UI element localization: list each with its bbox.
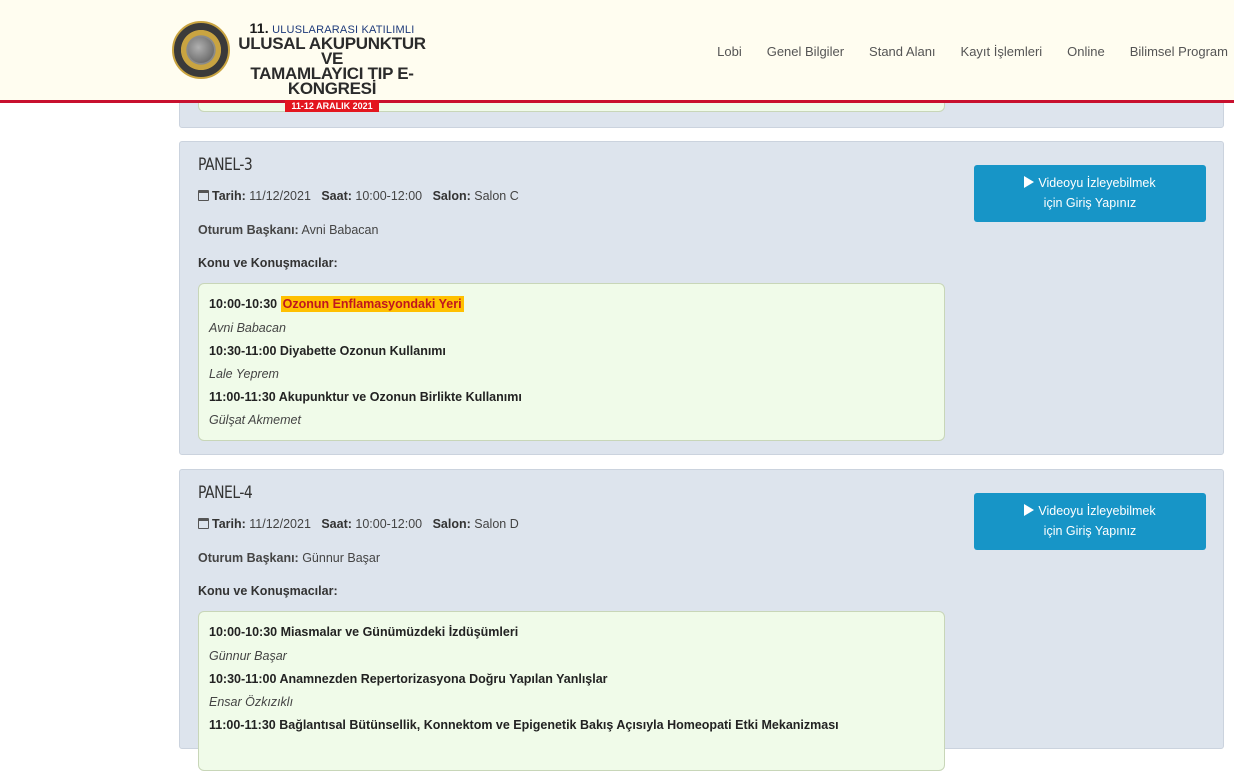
nav-lobi[interactable]: Lobi xyxy=(717,44,742,59)
panel-title: PANEL-4 xyxy=(198,483,253,503)
talk-title: Diyabette Ozonun Kullanımı xyxy=(279,344,446,358)
talk-time: 10:30-11:00 xyxy=(209,672,277,686)
logo-line3: TAMAMLAYICI TIP E-KONGRESİ xyxy=(250,64,414,98)
talk-time: 11:00-11:30 xyxy=(209,718,276,732)
calendar-icon xyxy=(198,190,209,201)
talks-box: 10:00-10:30 Miasmalar ve Günümüzdeki İzd… xyxy=(198,611,945,771)
date-label: Tarih: xyxy=(212,189,246,203)
nav-bilimsel-program[interactable]: Bilimsel Program xyxy=(1130,44,1228,59)
play-icon xyxy=(1024,504,1035,516)
talk-item: 10:30-11:00 Diyabette Ozonun Kullanımı xyxy=(209,344,446,358)
panel-date: 11/12/2021 xyxy=(249,517,311,531)
talk-speaker: Gülşat Akmemet xyxy=(209,413,301,427)
panel-time: 10:00-12:00 xyxy=(355,517,423,531)
chair-name: Avni Babacan xyxy=(301,223,379,237)
hall-label: Salon: xyxy=(432,189,471,203)
video-button-line2: için Giriş Yapınız xyxy=(1043,196,1137,210)
topics-heading: Konu ve Konuşmacılar: xyxy=(198,584,338,598)
date-label: Tarih: xyxy=(212,517,246,531)
watch-video-button[interactable]: Videoyu İzleyebilmek için Giriş Yapınız xyxy=(974,165,1206,222)
talks-box: 10:00-10:30 Ozonun Enflamasyondaki Yeri … xyxy=(198,283,945,441)
schedule-content: PANEL-3 Tarih: 11/12/2021 Saat: 10:00-12… xyxy=(0,0,1234,771)
logo-line2: ULUSAL AKUPUNKTUR VE xyxy=(238,34,426,68)
talk-speaker: Günnur Başar xyxy=(209,649,287,663)
panel-date: 11/12/2021 xyxy=(249,189,311,203)
panel-meta: Tarih: 11/12/2021 Saat: 10:00-12:00 Salo… xyxy=(198,189,519,203)
hall-label: Salon: xyxy=(432,517,471,531)
talk-title: Bağlantısal Bütünsellik, Konnektom ve Ep… xyxy=(279,718,839,732)
video-button-line2: için Giriş Yapınız xyxy=(1043,524,1137,538)
video-button-line1: Videoyu İzleyebilmek xyxy=(1038,504,1156,518)
play-icon xyxy=(1024,176,1035,188)
talk-item: 11:00-11:30 Bağlantısal Bütünsellik, Kon… xyxy=(209,718,839,732)
logo-date: 11-12 ARALIK 2021 xyxy=(285,100,379,112)
talk-title: Akupunktur ve Ozonun Birlikte Kullanımı xyxy=(278,390,522,404)
talk-item: 10:00-10:30 Miasmalar ve Günümüzdeki İzd… xyxy=(209,625,518,639)
talk-speaker: Ensar Özkızıklı xyxy=(209,695,294,709)
panel-chair: Oturum Başkanı: Avni Babacan xyxy=(198,223,378,237)
chair-label: Oturum Başkanı: xyxy=(198,223,299,237)
talk-speaker: Avni Babacan xyxy=(209,321,286,335)
talk-item: 10:30-11:00 Anamnezden Repertorizasyona … xyxy=(209,672,608,686)
panel-card: PANEL-3 Tarih: 11/12/2021 Saat: 10:00-12… xyxy=(179,141,1224,455)
panel-hall: Salon D xyxy=(474,517,519,531)
panel-chair: Oturum Başkanı: Günnur Başar xyxy=(198,551,380,565)
nav-stand-alani[interactable]: Stand Alanı xyxy=(869,44,936,59)
congress-seal-logo[interactable] xyxy=(172,21,230,79)
panel-title: PANEL-3 xyxy=(198,155,253,175)
chair-name: Günnur Başar xyxy=(302,551,381,565)
talk-item: 10:00-10:30 Ozonun Enflamasyondaki Yeri xyxy=(209,296,464,312)
congress-logo-text[interactable]: 11. ULUSLARARASI KATILIMLI ULUSAL AKUPUN… xyxy=(232,20,432,114)
talk-title: Anamnezden Repertorizasyona Doğru Yapıla… xyxy=(279,672,608,686)
talk-time: 10:00-10:30 xyxy=(209,625,278,639)
talk-speaker: Lale Yeprem xyxy=(209,367,279,381)
nav-kayit-islemleri[interactable]: Kayıt İşlemleri xyxy=(961,44,1043,59)
talk-time: 11:00-11:30 xyxy=(209,390,276,404)
nav-online[interactable]: Online xyxy=(1067,44,1105,59)
topics-heading: Konu ve Konuşmacılar: xyxy=(198,256,338,270)
talk-title-highlighted[interactable]: Ozonun Enflamasyondaki Yeri xyxy=(280,296,464,312)
video-button-line1: Videoyu İzleyebilmek xyxy=(1038,176,1156,190)
panel-hall: Salon C xyxy=(474,189,519,203)
chair-label: Oturum Başkanı: xyxy=(198,551,299,565)
site-header: 11. ULUSLARARASI KATILIMLI ULUSAL AKUPUN… xyxy=(0,0,1234,112)
calendar-icon xyxy=(198,518,209,529)
talk-time: 10:30-11:00 xyxy=(209,344,277,358)
panel-time: 10:00-12:00 xyxy=(355,189,423,203)
talk-item: 11:00-11:30 Akupunktur ve Ozonun Birlikt… xyxy=(209,390,522,404)
panel-meta: Tarih: 11/12/2021 Saat: 10:00-12:00 Salo… xyxy=(198,517,519,531)
watch-video-button[interactable]: Videoyu İzleyebilmek için Giriş Yapınız xyxy=(974,493,1206,550)
time-label: Saat: xyxy=(321,189,352,203)
main-nav: Lobi Genel Bilgiler Stand Alanı Kayıt İş… xyxy=(692,44,1228,59)
time-label: Saat: xyxy=(321,517,352,531)
nav-genel-bilgiler[interactable]: Genel Bilgiler xyxy=(767,44,844,59)
talk-title: Miasmalar ve Günümüzdeki İzdüşümleri xyxy=(280,625,519,639)
panel-card: PANEL-4 Tarih: 11/12/2021 Saat: 10:00-12… xyxy=(179,469,1224,771)
talk-time: 10:00-10:30 xyxy=(209,297,278,311)
